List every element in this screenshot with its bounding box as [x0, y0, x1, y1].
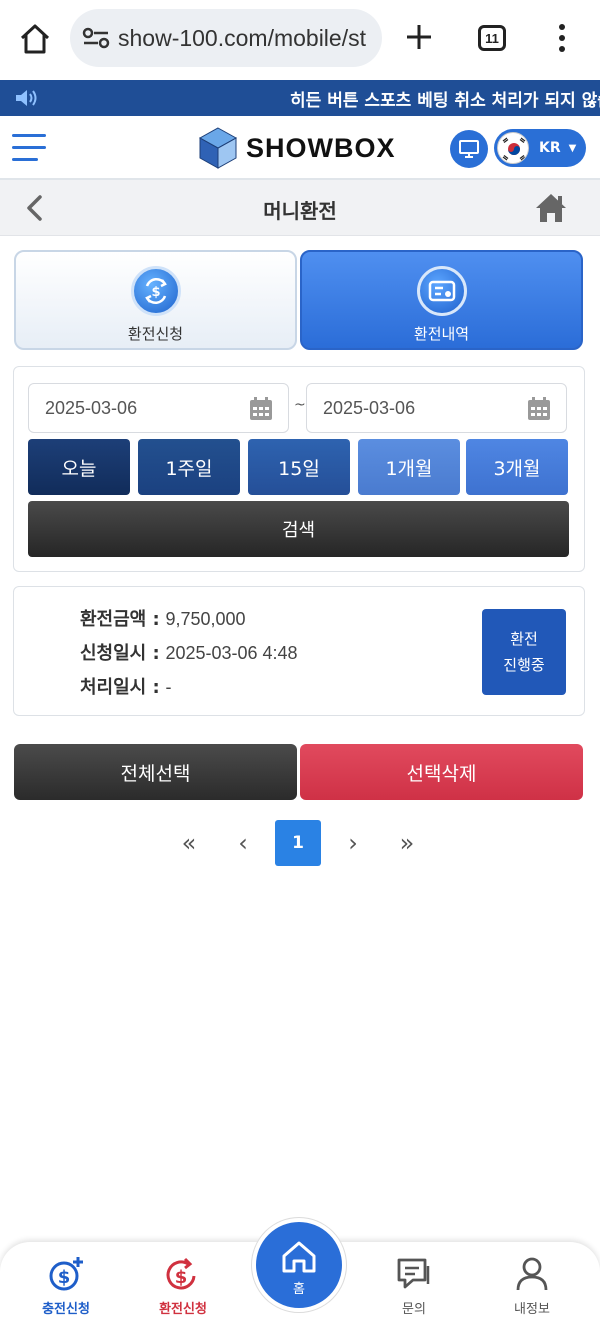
site-settings-icon[interactable]	[82, 27, 112, 49]
period-1month-button[interactable]: 1개월	[358, 439, 460, 495]
calendar-icon[interactable]	[526, 396, 552, 422]
url-bar[interactable]: show-100.com/mobile/st	[70, 9, 382, 67]
svg-text:$: $	[175, 1267, 188, 1288]
amount-label: 환전금액 :	[80, 609, 160, 630]
tabs-count-button[interactable]: 11	[478, 25, 506, 51]
cube-logo-icon	[198, 127, 238, 169]
date-from-value: 2025-03-06	[45, 397, 138, 418]
search-panel: 2025-03-06 ~ 2025-03-06 오늘 1주일 15일 1개월 3…	[13, 366, 585, 572]
last-page-button[interactable]: »	[384, 820, 430, 866]
date-from-input[interactable]: 2025-03-06	[28, 383, 289, 433]
request-time-value: 2025-03-06 4:48	[165, 643, 298, 663]
logo-text: SHOWBOX	[246, 132, 396, 163]
home-icon[interactable]	[534, 192, 568, 224]
current-page-button[interactable]: 1	[275, 820, 321, 866]
site-header: SHOWBOX KR ▼	[0, 116, 600, 180]
page-title: 머니환전	[263, 199, 337, 223]
process-time-row: 처리일시 : -	[80, 673, 171, 699]
nav-my-info[interactable]: 내정보	[482, 1256, 582, 1317]
date-to-input[interactable]: 2025-03-06	[306, 383, 567, 433]
svg-text:$: $	[151, 285, 160, 300]
status-badge: 환전 진행중	[482, 609, 566, 695]
home-icon	[282, 1241, 316, 1273]
date-separator: ~	[294, 397, 306, 413]
request-time-label: 신청일시 :	[80, 643, 160, 664]
pc-version-button[interactable]	[450, 130, 488, 168]
dollar-plus-icon: $	[49, 1257, 83, 1291]
notice-marquee: 히든 버튼 스포츠 베팅 취소 처리가 되지 않습	[0, 80, 600, 116]
more-vert-icon[interactable]	[556, 22, 568, 54]
date-to-value: 2025-03-06	[323, 397, 416, 418]
user-icon	[516, 1257, 548, 1291]
url-text: show-100.com/mobile/st	[118, 24, 366, 51]
next-page-button[interactable]: ›	[330, 820, 376, 866]
amount-row: 환전금액 : 9,750,000	[80, 605, 246, 631]
chat-icon	[397, 1258, 430, 1289]
calendar-icon[interactable]	[248, 396, 274, 422]
pagination: « ‹ 1 › »	[0, 818, 600, 868]
nav-label: 충전신청	[42, 1302, 90, 1317]
tab-label: 환전신청	[127, 325, 184, 343]
site-logo[interactable]: SHOWBOX	[196, 124, 396, 172]
nav-label: 환전신청	[159, 1302, 207, 1317]
caret-down-icon: ▼	[568, 142, 577, 154]
browser-home-icon[interactable]	[18, 22, 52, 56]
page-title-bar: 머니환전	[0, 180, 600, 236]
exchange-record[interactable]: 환전금액 : 9,750,000 신청일시 : 2025-03-06 4:48 …	[13, 586, 585, 716]
svg-text:$: $	[58, 1267, 71, 1288]
menu-icon[interactable]	[12, 134, 46, 162]
nav-withdraw[interactable]: $ 환전신청	[133, 1256, 233, 1317]
language-label: KR	[539, 140, 561, 156]
notice-text: 히든 버튼 스포츠 베팅 취소 처리가 되지 않습	[290, 91, 600, 111]
search-button[interactable]: 검색	[28, 501, 569, 557]
speaker-icon	[16, 90, 37, 106]
new-tab-icon[interactable]	[404, 22, 434, 52]
prev-page-button[interactable]: ‹	[220, 820, 266, 866]
request-time-row: 신청일시 : 2025-03-06 4:48	[80, 639, 298, 665]
nav-label: 내정보	[514, 1302, 550, 1317]
nav-label: 홈	[293, 1282, 305, 1297]
nav-home[interactable]: 홈	[252, 1218, 346, 1312]
nav-deposit[interactable]: $ 충전신청	[16, 1256, 116, 1317]
period-3months-button[interactable]: 3개월	[466, 439, 568, 495]
amount-value: 9,750,000	[165, 609, 246, 629]
delete-selected-button[interactable]: 선택삭제	[300, 744, 583, 800]
language-selector[interactable]: KR ▼	[494, 129, 586, 167]
select-all-button[interactable]: 전체선택	[14, 744, 297, 800]
period-today-button[interactable]: 오늘	[28, 439, 130, 495]
browser-toolbar: show-100.com/mobile/st 11	[0, 0, 600, 80]
nav-inquiry[interactable]: 문의	[364, 1256, 464, 1317]
first-page-button[interactable]: «	[166, 820, 212, 866]
tab-exchange-history[interactable]: 환전내역	[300, 250, 583, 350]
monitor-icon	[459, 140, 479, 158]
nav-label: 문의	[402, 1302, 426, 1317]
dollar-return-icon: $	[166, 1257, 196, 1290]
process-time-value: -	[165, 677, 172, 697]
dollar-exchange-icon: $	[130, 266, 181, 316]
korea-flag-icon	[497, 132, 529, 164]
process-time-label: 처리일시 :	[80, 677, 160, 698]
tab-label: 환전내역	[413, 325, 470, 343]
period-15days-button[interactable]: 15일	[248, 439, 350, 495]
list-history-icon	[416, 266, 467, 316]
tab-exchange-apply[interactable]: $ 환전신청	[14, 250, 297, 350]
period-1week-button[interactable]: 1주일	[138, 439, 240, 495]
